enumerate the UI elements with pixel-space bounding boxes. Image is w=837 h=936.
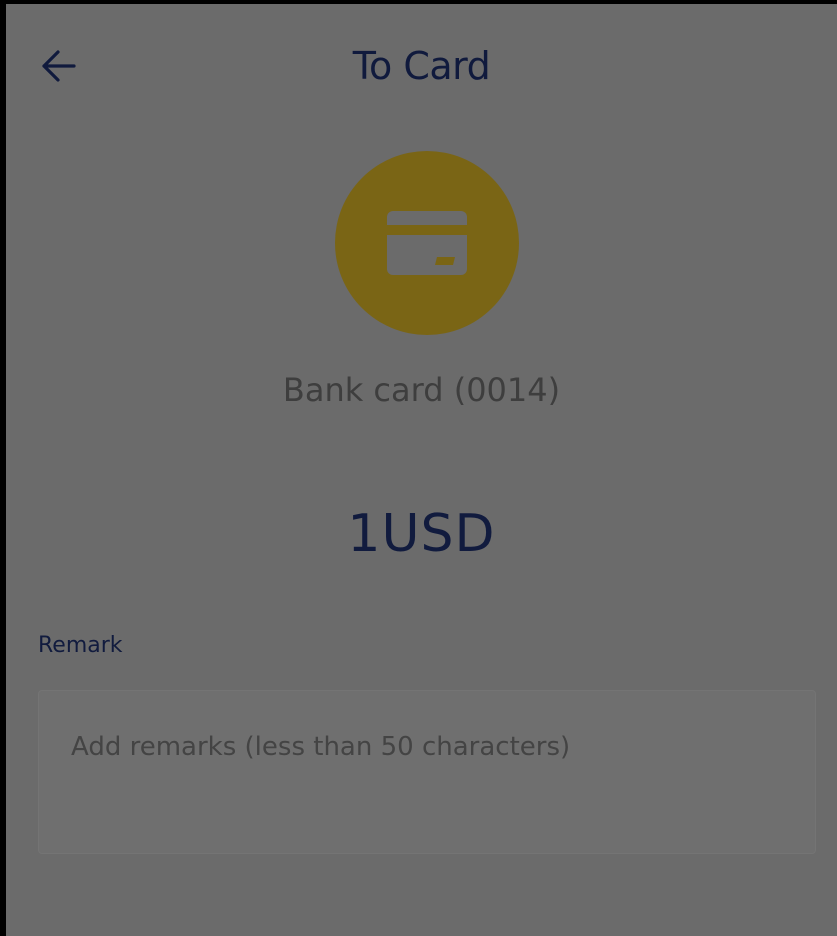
card-icon-badge: [335, 151, 519, 335]
transfer-screen: To Card Bank card (0014) 1USD Remark: [6, 4, 837, 936]
remark-input[interactable]: [39, 691, 815, 853]
bank-card-label: Bank card (0014): [282, 371, 561, 409]
remark-label: Remark: [38, 633, 123, 658]
amount-value: 1USD: [347, 504, 496, 564]
header-bar: To Card: [6, 4, 837, 124]
credit-card-icon: [387, 211, 467, 275]
remark-box: [38, 690, 816, 854]
page-title: To Card: [352, 44, 491, 88]
